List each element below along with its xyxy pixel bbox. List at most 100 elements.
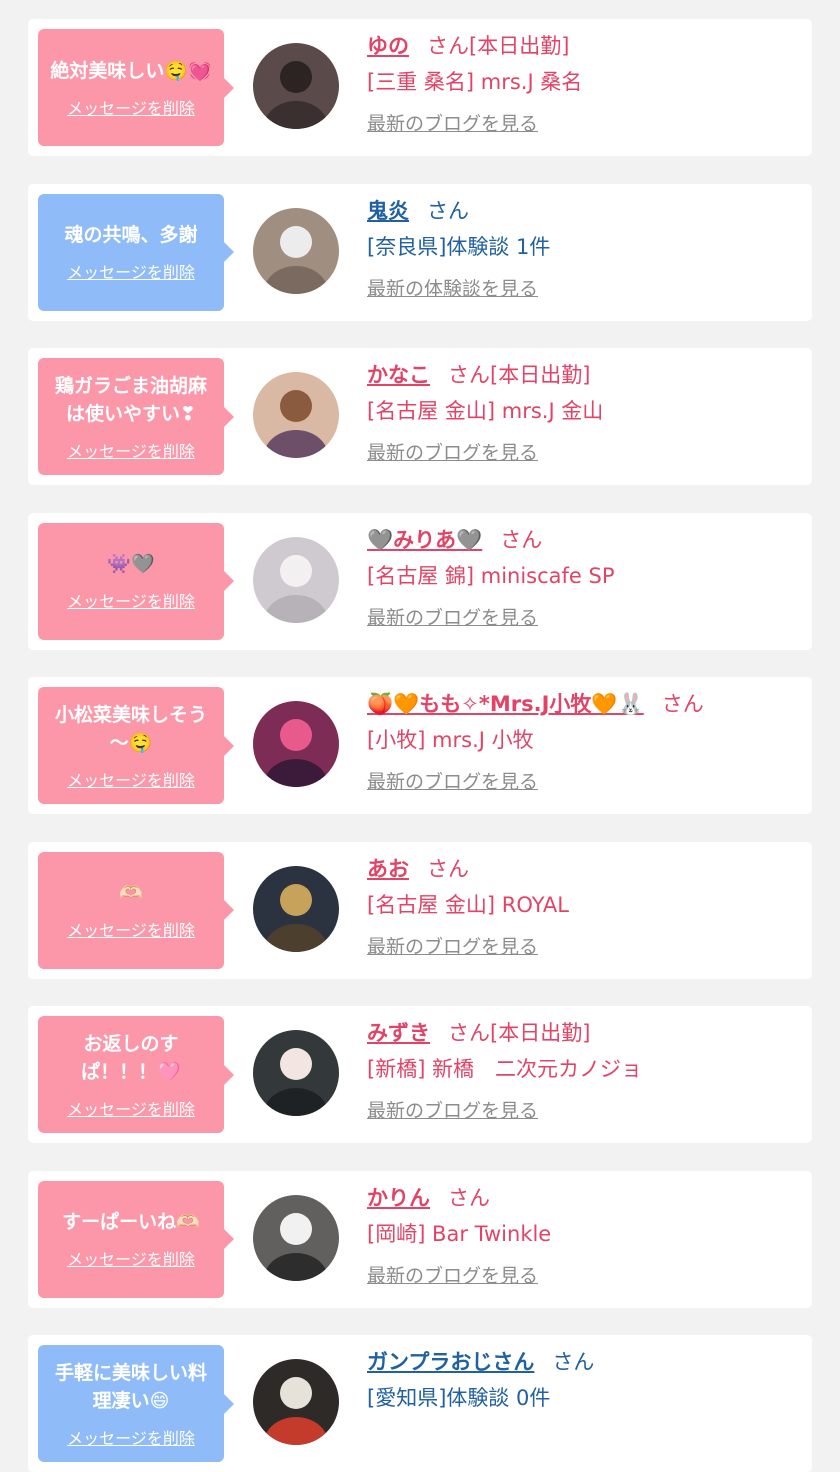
message-bubble: 手軽に美味しい料理凄い😄 メッセージを削除 bbox=[38, 1345, 234, 1462]
avatar-photo-icon bbox=[253, 43, 339, 129]
message-card: 鶏ガラごま油胡麻は使いやすい❣ メッセージを削除 かなこ さん[本日出勤] [名古… bbox=[28, 348, 812, 485]
shop-detail: [愛知県]体験談 0件 bbox=[367, 1386, 551, 1410]
message-text: 絶対美味しい🤤💓 bbox=[50, 59, 212, 82]
message-bubble: 鶏ガラごま油胡麻は使いやすい❣ メッセージを削除 bbox=[38, 358, 234, 475]
avatar[interactable] bbox=[253, 43, 339, 129]
profile-name-link[interactable]: みずき bbox=[367, 1021, 430, 1045]
avatar-photo-icon bbox=[253, 1359, 339, 1445]
message-text: 手軽に美味しい料理凄い😄 bbox=[54, 1361, 207, 1412]
message-card: すーぱーいね🫶🏻 メッセージを削除 かりん さん [岡崎] Bar Twinkle… bbox=[28, 1170, 812, 1308]
shop-detail: [奈良県]体験談 1件 bbox=[367, 234, 551, 259]
avatar[interactable] bbox=[253, 701, 339, 787]
delete-message-button[interactable]: メッセージを削除 bbox=[67, 1425, 195, 1449]
avatar-photo-icon bbox=[253, 372, 339, 458]
delete-message-button[interactable]: メッセージを削除 bbox=[67, 588, 195, 612]
profile-name-link[interactable]: 🍑🧡もも✧*Mrs.J小牧🧡🐰 bbox=[367, 692, 644, 716]
avatar[interactable] bbox=[253, 207, 339, 294]
message-text: 👾🩶 bbox=[107, 553, 155, 575]
latest-link[interactable]: 最新のブログを見る bbox=[367, 767, 802, 794]
message-text: すーぱーいね🫶🏻 bbox=[62, 1211, 200, 1233]
profile-info: 鬼炎 さん [奈良県]体験談 1件 最新の体験談を見る bbox=[367, 194, 802, 301]
delete-message-button[interactable]: メッセージを削除 bbox=[67, 1096, 195, 1120]
delete-message-button[interactable]: メッセージを削除 bbox=[67, 767, 195, 791]
delete-message-button[interactable]: メッセージを削除 bbox=[67, 1246, 195, 1270]
profile-info: 🍑🧡もも✧*Mrs.J小牧🧡🐰 さん [小牧] mrs.J 小牧 最新のブログを見… bbox=[367, 687, 802, 794]
avatar[interactable] bbox=[253, 865, 339, 952]
message-list: 絶対美味しい🤤💓 メッセージを削除 ゆの さん[本日出勤] [三重 桑名] mrs… bbox=[0, 0, 840, 1472]
name-line: かりん さん bbox=[367, 1181, 802, 1215]
latest-link[interactable]: 最新のブログを見る bbox=[367, 603, 802, 630]
name-suffix: さん bbox=[427, 856, 469, 881]
profile-name-link[interactable]: かりん bbox=[367, 1186, 430, 1210]
profile-info: みずき さん[本日出勤] [新橋] 新橋 二次元カノジョ 最新のブログを見る bbox=[367, 1016, 802, 1123]
delete-message-button[interactable]: メッセージを削除 bbox=[67, 259, 195, 283]
avatar[interactable] bbox=[253, 1194, 339, 1281]
avatar[interactable] bbox=[253, 1030, 339, 1116]
message-text: 🫶🏻 bbox=[119, 882, 143, 904]
avatar-photo-icon bbox=[253, 701, 339, 787]
name-line: みずき さん[本日出勤] bbox=[367, 1016, 802, 1050]
profile-info: かなこ さん[本日出勤] [名古屋 金山] mrs.J 金山 最新のブログを見る bbox=[367, 358, 802, 465]
message-card: 小松菜美味しそう～🤤 メッセージを削除 🍑🧡もも✧*Mrs.J小牧🧡🐰 さん [小… bbox=[28, 677, 812, 814]
name-suffix: さん bbox=[427, 198, 469, 223]
profile-name-link[interactable]: 鬼炎 bbox=[367, 199, 409, 223]
delete-message-button[interactable]: メッセージを削除 bbox=[67, 438, 195, 462]
avatar-photo-icon bbox=[253, 1194, 339, 1281]
name-suffix: さん bbox=[500, 527, 543, 552]
avatar[interactable] bbox=[253, 1359, 339, 1445]
message-bubble: 絶対美味しい🤤💓 メッセージを削除 bbox=[38, 29, 234, 146]
avatar-photo-icon bbox=[253, 865, 339, 952]
message-text: 魂の共鳴、多謝 bbox=[64, 224, 198, 246]
message-bubble: お返しのすぱ！！！🩷 メッセージを削除 bbox=[38, 1016, 234, 1133]
profile-name-link[interactable]: かなこ bbox=[367, 363, 430, 387]
name-suffix: さん bbox=[552, 1350, 595, 1374]
avatar-photo-icon bbox=[253, 536, 339, 623]
name-line: 鬼炎 さん bbox=[367, 194, 802, 228]
message-bubble: 🫶🏻 メッセージを削除 bbox=[38, 851, 234, 969]
message-bubble: すーぱーいね🫶🏻 メッセージを削除 bbox=[38, 1180, 234, 1298]
delete-message-button[interactable]: メッセージを削除 bbox=[67, 917, 195, 941]
profile-name-link[interactable]: ガンプラおじさん bbox=[367, 1350, 534, 1374]
message-bubble: 魂の共鳴、多謝 メッセージを削除 bbox=[38, 193, 234, 311]
shop-detail: [名古屋 金山] mrs.J 金山 bbox=[367, 399, 604, 423]
name-suffix: さん[本日出勤] bbox=[448, 1021, 591, 1045]
latest-link[interactable]: 最新の体験談を見る bbox=[367, 274, 802, 301]
name-line: かなこ さん[本日出勤] bbox=[367, 358, 802, 392]
avatar-photo-icon bbox=[253, 1030, 339, 1116]
latest-link[interactable]: 最新のブログを見る bbox=[367, 109, 802, 136]
latest-link[interactable]: 最新のブログを見る bbox=[367, 1261, 802, 1288]
shop-detail: [名古屋 錦] miniscafe SP bbox=[367, 563, 615, 588]
name-line: ゆの さん[本日出勤] bbox=[367, 29, 802, 63]
message-card: 手軽に美味しい料理凄い😄 メッセージを削除 ガンプラおじさん さん [愛知県]体験… bbox=[28, 1335, 812, 1472]
profile-info: あお さん [名古屋 金山] ROYAL 最新のブログを見る bbox=[367, 852, 802, 959]
name-suffix: さん bbox=[448, 1185, 490, 1210]
delete-message-button[interactable]: メッセージを削除 bbox=[67, 95, 195, 119]
avatar[interactable] bbox=[253, 536, 339, 623]
message-text: 小松菜美味しそう～🤤 bbox=[54, 703, 207, 754]
avatar[interactable] bbox=[253, 372, 339, 458]
avatar-photo-icon bbox=[253, 207, 339, 294]
shop-detail: [岡崎] Bar Twinkle bbox=[367, 1221, 552, 1246]
profile-name-link[interactable]: ゆの bbox=[367, 34, 409, 58]
message-card: 魂の共鳴、多謝 メッセージを削除 鬼炎 さん [奈良県]体験談 1件 最新の体験談… bbox=[28, 183, 812, 321]
name-suffix: さん[本日出勤] bbox=[427, 34, 570, 58]
name-line: ガンプラおじさん さん bbox=[367, 1345, 802, 1379]
name-suffix: さん bbox=[661, 692, 704, 716]
message-text: お返しのすぱ！！！🩷 bbox=[81, 1032, 181, 1083]
latest-link[interactable]: 最新のブログを見る bbox=[367, 1096, 802, 1123]
profile-info: ゆの さん[本日出勤] [三重 桑名] mrs.J 桑名 最新のブログを見る bbox=[367, 29, 802, 136]
name-line: あお さん bbox=[367, 852, 802, 886]
name-line: 🍑🧡もも✧*Mrs.J小牧🧡🐰 さん bbox=[367, 687, 802, 721]
message-card: お返しのすぱ！！！🩷 メッセージを削除 みずき さん[本日出勤] [新橋] 新橋 … bbox=[28, 1006, 812, 1143]
message-card: 👾🩶 メッセージを削除 🩶みりあ🩶 さん [名古屋 錦] miniscafe SP… bbox=[28, 512, 812, 650]
message-card: 🫶🏻 メッセージを削除 あお さん [名古屋 金山] ROYAL 最新のブログを見… bbox=[28, 841, 812, 979]
profile-name-link[interactable]: 🩶みりあ🩶 bbox=[367, 528, 482, 552]
profile-info: かりん さん [岡崎] Bar Twinkle 最新のブログを見る bbox=[367, 1181, 802, 1288]
name-suffix: さん[本日出勤] bbox=[448, 363, 591, 387]
profile-name-link[interactable]: あお bbox=[367, 857, 409, 881]
message-bubble: 👾🩶 メッセージを削除 bbox=[38, 522, 234, 640]
latest-link[interactable]: 最新のブログを見る bbox=[367, 932, 802, 959]
latest-link[interactable]: 最新のブログを見る bbox=[367, 438, 802, 465]
message-card: 絶対美味しい🤤💓 メッセージを削除 ゆの さん[本日出勤] [三重 桑名] mrs… bbox=[28, 19, 812, 156]
message-text: 鶏ガラごま油胡麻は使いやすい❣ bbox=[54, 374, 207, 425]
